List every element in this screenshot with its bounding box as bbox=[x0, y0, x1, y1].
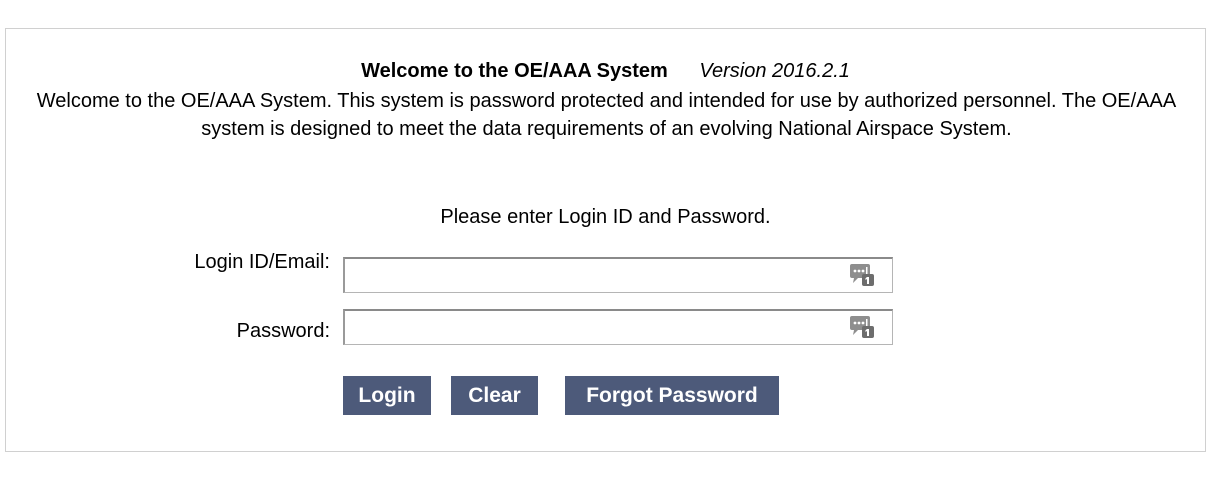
password-input[interactable] bbox=[343, 309, 893, 345]
login-panel: Welcome to the OE/AAA System Version 201… bbox=[5, 28, 1206, 452]
login-button[interactable]: Login bbox=[343, 376, 431, 415]
forgot-password-button[interactable]: Forgot Password bbox=[565, 376, 779, 415]
version-label: Version 2016.2.1 bbox=[699, 60, 850, 82]
password-manager-icon[interactable] bbox=[848, 263, 876, 287]
intro-text: Welcome to the OE/AAA System. This syste… bbox=[36, 90, 1177, 140]
page-title-line: Welcome to the OE/AAA System Version 201… bbox=[6, 59, 1205, 83]
page-title: Welcome to the OE/AAA System bbox=[361, 60, 668, 82]
login-id-label: Login ID/Email: bbox=[194, 251, 330, 273]
login-prompt: Please enter Login ID and Password. bbox=[440, 206, 771, 228]
password-label: Password: bbox=[236, 320, 330, 342]
login-id-input[interactable] bbox=[343, 257, 893, 293]
password-manager-icon[interactable] bbox=[848, 315, 876, 339]
clear-button[interactable]: Clear bbox=[451, 376, 538, 415]
